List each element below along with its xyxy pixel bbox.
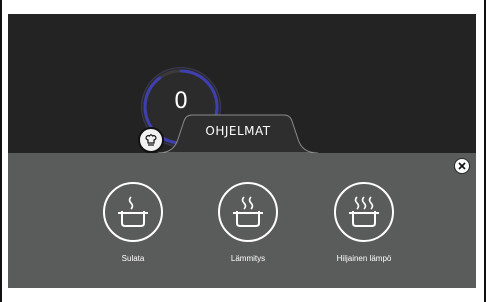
close-icon[interactable] [454, 158, 470, 174]
program-lammitys[interactable]: Lämmitys [188, 182, 308, 263]
program-label: Hiljainen lämpö [336, 254, 392, 263]
program-label: Sulata [121, 254, 145, 263]
programs-tab-label: OHJELMAT [205, 124, 271, 138]
pot-low-steam-icon [103, 182, 163, 242]
chef-hat-icon[interactable] [138, 127, 164, 153]
program-hiljainen-lampo[interactable]: Hiljainen lämpö [304, 182, 424, 263]
appliance-screen: 0 OHJELMAT Sulata Lämmitys Hiljainen läm… [8, 14, 476, 288]
program-label: Lämmitys [230, 254, 266, 263]
program-sulata[interactable]: Sulata [73, 182, 193, 263]
pot-medium-steam-icon [218, 182, 278, 242]
dial-value: 0 [174, 89, 188, 114]
programs-panel: Sulata Lämmitys Hiljainen lämpö [8, 153, 476, 288]
pot-high-steam-icon [334, 182, 394, 242]
